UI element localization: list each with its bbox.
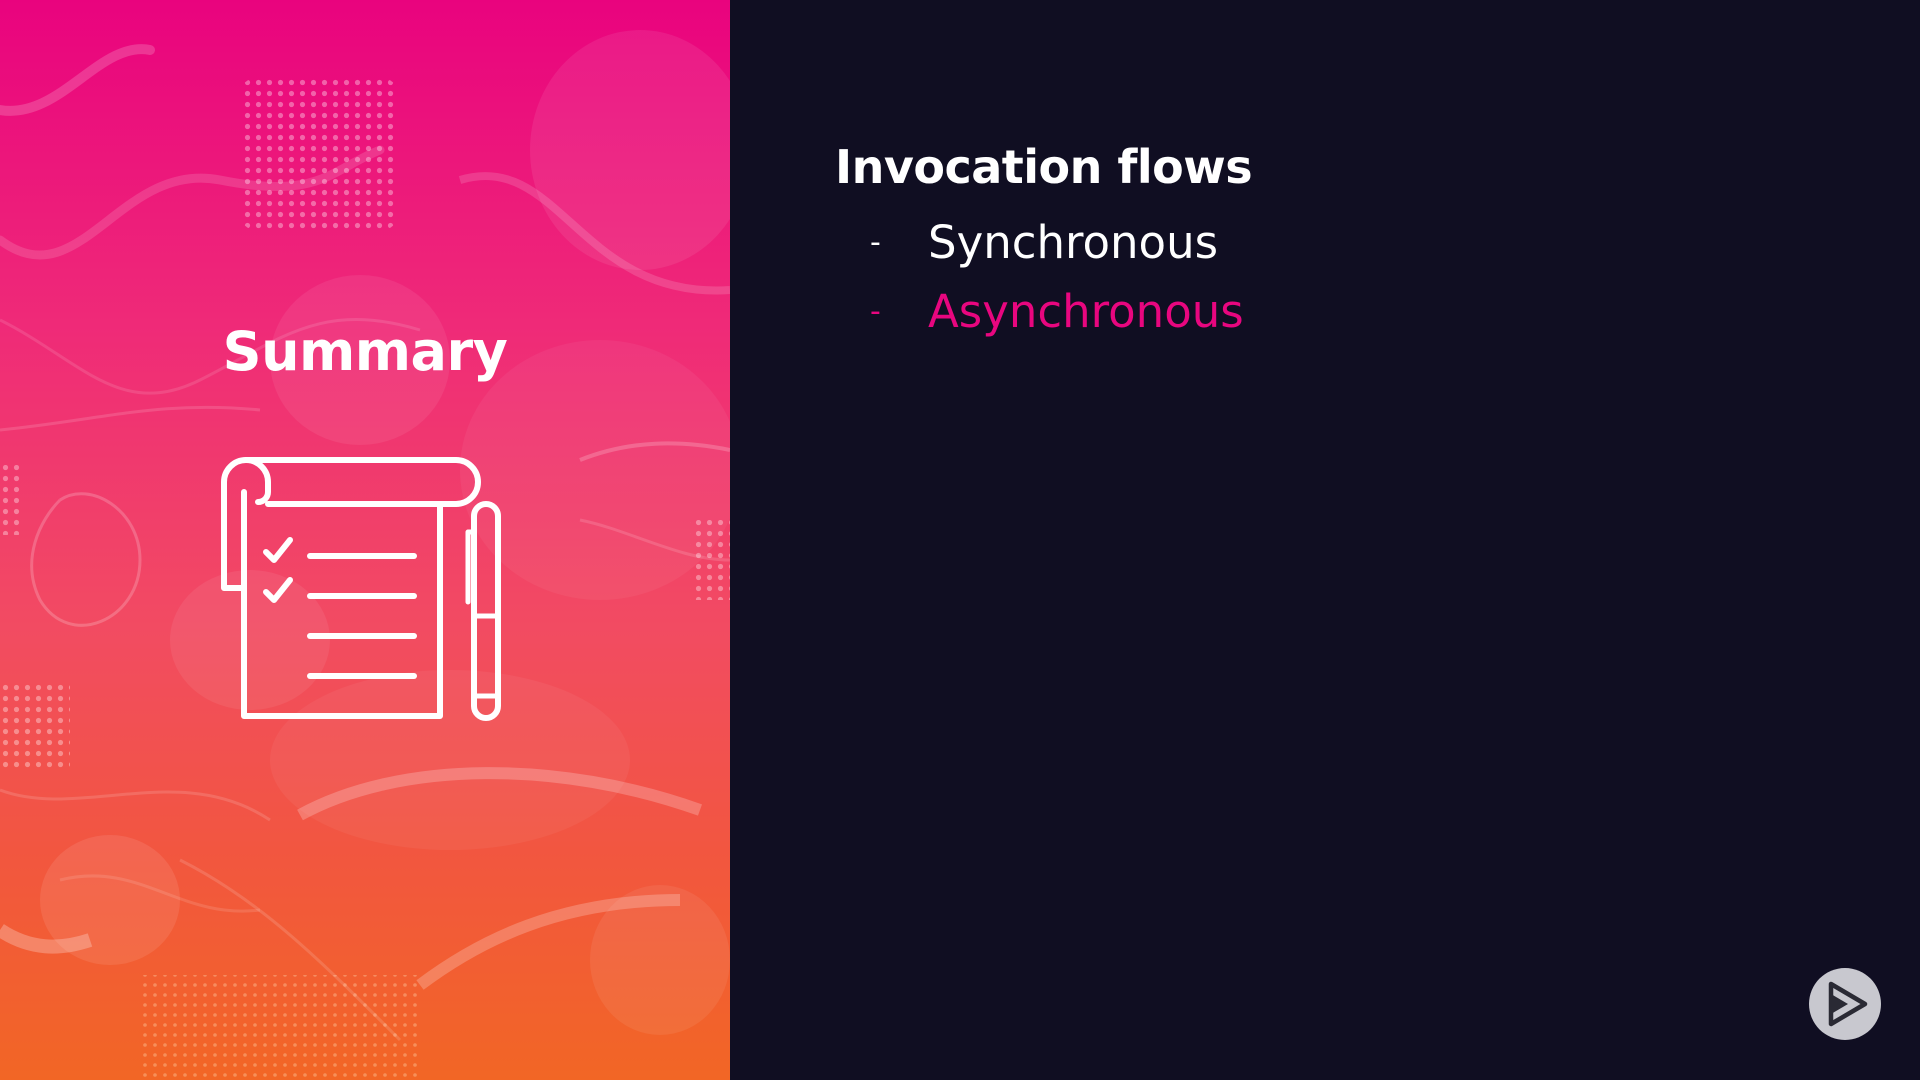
checklist-notepad-with-pen-icon (221, 457, 501, 721)
play-logo-icon (1828, 981, 1868, 1027)
slide: Summary Invocation flows - Synchronous -… (0, 0, 1920, 1080)
bullet-item-synchronous: - Synchronous (870, 208, 1244, 277)
summary-title: Summary (222, 320, 508, 383)
bullet-label: Synchronous (928, 216, 1219, 269)
content-heading: Invocation flows (835, 140, 1253, 194)
bullet-item-asynchronous: - Asynchronous (870, 277, 1244, 346)
bullet-dash: - (870, 294, 881, 329)
bullet-list: - Synchronous - Asynchronous (870, 208, 1244, 346)
bullet-label: Asynchronous (928, 285, 1244, 338)
summary-panel: Summary (0, 0, 730, 1080)
content-panel: Invocation flows - Synchronous - Asynchr… (730, 0, 1920, 1080)
play-logo-button[interactable] (1809, 968, 1881, 1040)
bullet-dash: - (870, 225, 881, 260)
